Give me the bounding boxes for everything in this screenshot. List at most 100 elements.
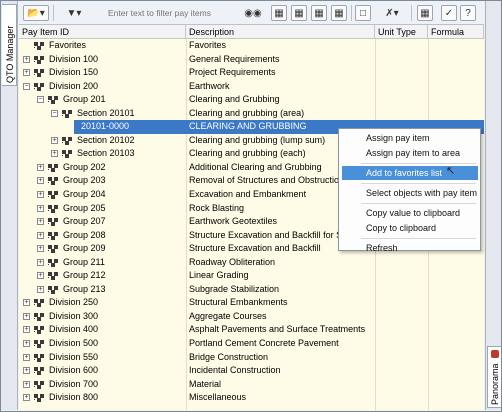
table-row[interactable]: + Division 400 Asphalt Pavements and Surfa…	[19, 323, 484, 337]
expand-icon[interactable]: +	[23, 55, 30, 63]
table-row[interactable]: + Division 250 Structural Embankments	[19, 296, 484, 310]
expand-icon[interactable]: +	[23, 340, 30, 348]
menu-separator	[361, 238, 476, 239]
pay-item-group-icon	[48, 258, 59, 268]
expand-icon[interactable]: +	[37, 245, 44, 253]
pay-item-group-icon	[34, 366, 45, 376]
expand-icon[interactable]: +	[37, 163, 44, 171]
table-row[interactable]: + Division 800 Miscellaneous	[19, 391, 484, 405]
description-cell: Roadway Obliteration	[189, 256, 276, 267]
qto-manager-tab[interactable]: QTO Manager	[2, 4, 17, 86]
expand-icon[interactable]: +	[23, 326, 30, 334]
col-header-pay-item-id[interactable]: Pay Item ID	[19, 25, 186, 39]
checkmark-icon[interactable]: ✓	[441, 5, 457, 21]
pay-item-group-icon	[62, 136, 73, 146]
menu-item-select-objects-with-pay-item[interactable]: Select objects with pay item	[342, 186, 478, 200]
table-row[interactable]: − Section 20101 Clearing and grubbing (are…	[19, 107, 484, 121]
pay-item-group-icon	[34, 82, 45, 92]
pay-item-id-cell: Division 300	[49, 310, 99, 321]
menu-item-copy-to-clipboard[interactable]: Copy to clipboard	[342, 221, 478, 235]
table-row[interactable]: Favorites Favorites	[19, 39, 484, 53]
pay-item-id-cell: Group 205	[63, 202, 106, 213]
table-row[interactable]: + Group 212 Linear Grading	[19, 269, 484, 283]
expand-icon[interactable]: +	[37, 191, 44, 199]
table-row[interactable]: + Division 600 Incidental Construction	[19, 364, 484, 378]
expand-icon[interactable]: +	[23, 353, 30, 361]
grid-edit-icon[interactable]: ▦	[331, 5, 347, 21]
open-folder-icon[interactable]: 📂▾	[23, 5, 49, 21]
description-cell: Material	[189, 378, 222, 389]
menu-item-copy-value-to-clipboard[interactable]: Copy value to clipboard	[342, 206, 478, 220]
expand-icon[interactable]: +	[37, 231, 44, 239]
filter-input[interactable]	[105, 5, 241, 21]
help-icon[interactable]: ?	[460, 5, 476, 21]
panorama-icon	[491, 350, 499, 358]
description-cell: Miscellaneous	[189, 392, 247, 403]
expand-icon[interactable]: +	[37, 204, 44, 212]
remove-icon[interactable]: ✗▾	[379, 5, 405, 21]
pay-item-id-cell: Group 202	[63, 161, 106, 172]
panorama-label: Panorama	[490, 363, 500, 405]
table-row[interactable]: + Group 211 Roadway Obliteration	[19, 256, 484, 270]
collapse-icon[interactable]: −	[23, 82, 30, 90]
expand-icon[interactable]: +	[23, 367, 30, 375]
grid-remove-icon[interactable]: ▦	[311, 5, 327, 21]
filter-icon[interactable]: ▼▾	[61, 5, 87, 21]
col-header-description[interactable]: Description	[186, 25, 375, 39]
expand-icon[interactable]: +	[37, 272, 44, 280]
expand-icon[interactable]: +	[51, 150, 58, 158]
table-row[interactable]: + Division 700 Material	[19, 378, 484, 392]
description-cell: Aggregate Courses	[189, 310, 267, 321]
expand-icon[interactable]: +	[37, 258, 44, 266]
pay-item-id-cell: Group 201	[63, 94, 106, 105]
expand-icon[interactable]: +	[37, 218, 44, 226]
pay-item-id-cell: Division 100	[49, 53, 99, 64]
col-header-formula[interactable]: Formula	[428, 25, 484, 39]
grid-add-icon[interactable]: ▦	[271, 5, 287, 21]
table-row[interactable]: − Division 200 Earthwork	[19, 80, 484, 94]
description-cell: Subgrade Stabilization	[189, 283, 280, 294]
table-icon[interactable]: ▦	[417, 5, 433, 21]
table-row[interactable]: − Group 201 Clearing and Grubbing	[19, 93, 484, 107]
pay-item-id-cell: Division 400	[49, 324, 99, 335]
menu-item-assign-pay-item[interactable]: Assign pay item	[342, 131, 478, 145]
menu-item-add-to-favorites-list[interactable]: Add to favorites list	[342, 166, 478, 180]
expand-icon[interactable]: +	[23, 312, 30, 320]
expand-icon[interactable]: +	[37, 285, 44, 293]
pay-item-id-cell: 20101-0000	[81, 121, 130, 132]
description-cell: Incidental Construction	[189, 365, 281, 376]
menu-separator	[361, 163, 476, 164]
col-header-unit-type[interactable]: Unit Type	[375, 25, 428, 39]
expand-icon[interactable]: +	[23, 69, 30, 77]
pay-item-group-icon	[34, 353, 45, 363]
pay-item-group-icon	[48, 163, 59, 173]
expand-icon[interactable]: +	[23, 394, 30, 402]
table-row[interactable]: + Division 500 Portland Cement Concrete Pa…	[19, 337, 484, 351]
expand-icon[interactable]: +	[51, 136, 58, 144]
pay-item-id-cell: Favorites	[49, 40, 87, 50]
table-row[interactable]: + Division 550 Bridge Construction	[19, 351, 484, 365]
menu-item-assign-pay-item-to-area[interactable]: Assign pay item to area	[342, 146, 478, 160]
description-cell: Earthwork	[189, 80, 230, 91]
expand-icon[interactable]: +	[23, 299, 30, 307]
table-row[interactable]: + Division 150 Project Requirements	[19, 66, 484, 80]
collapse-icon[interactable]: −	[37, 96, 44, 104]
table-row[interactable]: + Group 213 Subgrade Stabilization	[19, 283, 484, 297]
expand-icon[interactable]: +	[37, 177, 44, 185]
pay-item-id-cell: Group 211	[63, 256, 105, 267]
pay-item-id-cell: Group 207	[63, 216, 106, 227]
panorama-tab[interactable]: Panorama	[487, 346, 501, 408]
grid-link-icon[interactable]: ▦	[291, 5, 307, 21]
expand-icon[interactable]: +	[23, 380, 30, 388]
pay-item-id-cell: Division 550	[49, 351, 99, 362]
table-row[interactable]: + Division 100 General Requirements	[19, 53, 484, 67]
document-icon[interactable]: □	[355, 5, 371, 21]
binoculars-icon[interactable]: ◉◉	[244, 5, 261, 21]
description-cell: General Requirements	[189, 53, 280, 64]
pay-item-id-cell: Group 204	[63, 189, 106, 200]
collapse-icon[interactable]: −	[51, 109, 58, 117]
pay-item-group-icon	[48, 231, 59, 241]
context-menu: Assign pay item Assign pay item to area Ad…	[338, 128, 481, 253]
table-row[interactable]: + Division 300 Aggregate Courses	[19, 310, 484, 324]
menu-item-refresh[interactable]: Refresh	[342, 241, 478, 255]
